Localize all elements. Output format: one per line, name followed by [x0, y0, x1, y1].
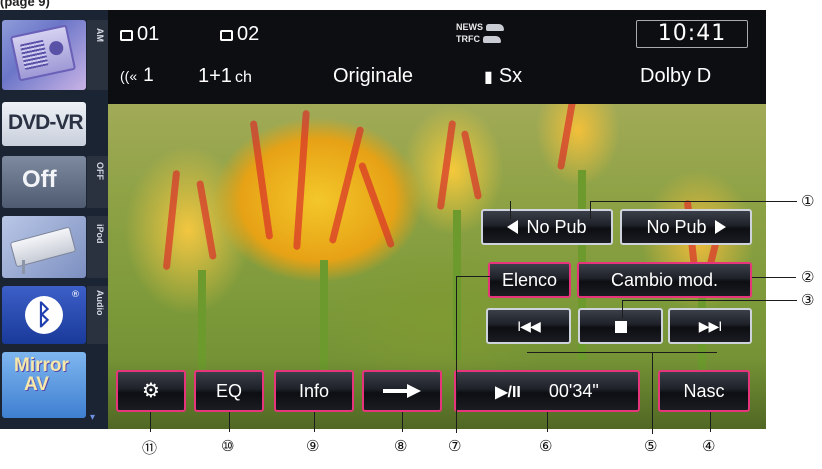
- info-button[interactable]: Info: [274, 370, 354, 412]
- trfc-label: TRFC: [456, 34, 480, 44]
- elapsed-time: 00'34": [548, 381, 599, 401]
- speaker-value: Sx: [498, 65, 523, 87]
- news-label: NEWS: [456, 22, 483, 32]
- source-radio-button[interactable]: [2, 20, 86, 90]
- title-indicator: 02: [220, 23, 259, 46]
- mode-change-button[interactable]: Cambio mod.: [577, 262, 752, 298]
- audio-format: Dolby D: [640, 65, 712, 87]
- callout-line-5: [527, 352, 717, 353]
- audio-channel-indicator: 1+1 ch: [198, 65, 252, 88]
- callout-1: ①: [801, 192, 815, 210]
- play-pause-icon: ▶/II: [495, 384, 521, 401]
- right-arrow-icon: [383, 384, 421, 398]
- audio-mode: Originale: [333, 65, 414, 87]
- status-bar: 01 02 NEWS TRFC 10:41 ((« 1 1+1 ch Origina…: [108, 10, 766, 104]
- ipod-icon: [9, 226, 77, 268]
- settings-icon: ⚙: [142, 378, 160, 402]
- clock: 10:41: [636, 20, 748, 48]
- eq-button[interactable]: EQ: [194, 370, 264, 412]
- source-bluetooth-button[interactable]: ᛒ ®: [2, 286, 86, 344]
- prev-track-button[interactable]: I◀◀: [486, 308, 571, 344]
- callout-line-7-down: [456, 276, 457, 433]
- subtitle-icon: [120, 30, 133, 41]
- left-arrow-icon: [507, 220, 519, 234]
- next-pub-button[interactable]: No Pub: [620, 209, 752, 245]
- angle-indicator: ((« 1: [120, 65, 154, 87]
- callout-line-1-drop-b: [510, 201, 511, 219]
- hide-button[interactable]: Nasc: [658, 370, 750, 412]
- forward-button[interactable]: [362, 370, 442, 412]
- subtitle-value: 01: [137, 23, 160, 45]
- callout-9: ⑨: [306, 437, 320, 455]
- radio-icon: [9, 24, 77, 82]
- callout-7: ⑦: [448, 437, 462, 455]
- callout-line-7: [456, 276, 491, 277]
- source-ipod-button[interactable]: [2, 216, 86, 278]
- news-icon: [486, 24, 504, 32]
- off-label: Off: [22, 166, 57, 193]
- list-button[interactable]: Elenco: [488, 262, 571, 298]
- source-tab-off-label: OFF: [95, 162, 105, 180]
- registered-mark: ®: [71, 290, 80, 300]
- traffic-car-icon: [483, 36, 501, 44]
- source-mirror-av-button[interactable]: Mirror AV: [2, 352, 86, 418]
- source-tab-audio-label: Audio: [95, 290, 105, 316]
- callout-line-10: [229, 412, 230, 432]
- callout-line-11: [150, 412, 151, 432]
- bluetooth-icon: ᛒ: [25, 296, 63, 334]
- callout-line-6: [547, 412, 548, 432]
- page-header-text: (page 9): [0, 0, 50, 9]
- scroll-down-icon[interactable]: ▾: [90, 412, 95, 423]
- callout-10: ⑩: [221, 437, 235, 455]
- skip-forward-icon: ▶▶I: [698, 318, 722, 334]
- stop-button[interactable]: [578, 308, 663, 344]
- dvd-vr-label: DVD-VR: [8, 111, 84, 134]
- callout-line-2: [752, 277, 796, 278]
- prev-pub-button[interactable]: No Pub: [481, 209, 613, 245]
- callout-line-1: [590, 201, 797, 202]
- callout-5: ⑤: [644, 437, 658, 455]
- callout-8: ⑧: [394, 437, 408, 455]
- source-off-button[interactable]: Off: [2, 156, 86, 208]
- mirror-av-label: Mirror AV: [14, 355, 69, 395]
- title-icon: [220, 30, 233, 41]
- next-track-button[interactable]: ▶▶I: [668, 308, 752, 344]
- stop-icon: [614, 321, 627, 333]
- callout-2: ②: [801, 268, 815, 286]
- callout-line-8: [402, 412, 403, 432]
- callout-4: ④: [702, 437, 716, 455]
- source-bar: AM OFF iPod Audio DVD-VR Off ᛒ ® Mirror A…: [0, 10, 108, 429]
- speaker-icon: ▮: [484, 69, 493, 86]
- audio-ch-unit: ch: [234, 69, 252, 86]
- callout-line-3: [622, 300, 797, 301]
- callout-line-9: [314, 412, 315, 432]
- play-pause-button[interactable]: ▶/II 00'34": [454, 370, 640, 412]
- skip-back-icon: I◀◀: [517, 318, 540, 334]
- callout-3: ③: [801, 291, 815, 309]
- speaker-indicator: ▮ Sx: [484, 65, 522, 88]
- angle-value: 1: [143, 65, 154, 86]
- callout-line-1-drop-a: [590, 201, 591, 219]
- settings-button[interactable]: ⚙: [116, 370, 186, 412]
- source-tab-ipod-label: iPod: [95, 224, 105, 244]
- callout-line-3-drop: [622, 300, 623, 318]
- right-arrow-icon: [714, 220, 726, 234]
- subtitle-indicator: 01: [120, 23, 159, 46]
- callout-line-4: [710, 412, 711, 432]
- callout-line-5-down: [652, 352, 653, 434]
- callout-11: ⑪: [142, 439, 158, 457]
- callout-6: ⑥: [539, 437, 553, 455]
- source-tab-am-label: AM: [95, 28, 105, 42]
- title-value: 02: [237, 23, 260, 45]
- playback-screen: 01 02 NEWS TRFC 10:41 ((« 1 1+1 ch Origina…: [108, 10, 766, 429]
- page-header: (page 9): [0, 0, 200, 10]
- news-trfc-indicator: NEWS TRFC: [456, 21, 504, 45]
- source-dvd-button[interactable]: DVD-VR: [2, 102, 86, 146]
- audio-channels: 1+1: [198, 65, 232, 87]
- angle-icon: ((«: [120, 68, 138, 84]
